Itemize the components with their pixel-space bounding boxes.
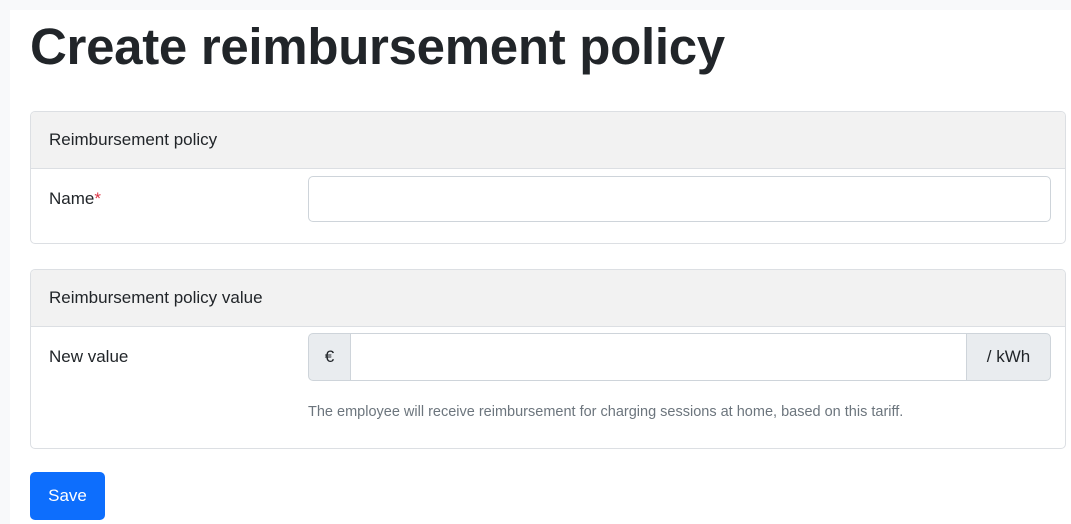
new-value-field-label: New value: [49, 347, 129, 366]
unit-suffix: / kWh: [966, 333, 1051, 381]
new-value-form-row: New value € / kWh: [31, 327, 1065, 402]
card-header-reimbursement-policy-value: Reimbursement policy value: [31, 270, 1065, 327]
reimbursement-policy-card: Reimbursement policy Name*: [30, 111, 1066, 244]
name-field-label: Name*: [49, 187, 101, 211]
name-form-row: Name*: [31, 169, 1065, 243]
reimbursement-policy-value-card: Reimbursement policy value New value € /…: [30, 269, 1066, 449]
new-value-input[interactable]: [351, 333, 966, 381]
name-label-text: Name: [49, 189, 95, 208]
page-title: Create reimbursement policy: [30, 18, 725, 75]
required-mark: *: [94, 189, 101, 208]
tariff-help-text: The employee will receive reimbursement …: [308, 404, 904, 420]
card-header-reimbursement-policy: Reimbursement policy: [31, 112, 1065, 169]
new-value-input-group: € / kWh: [308, 333, 1051, 381]
page-container: Create reimbursement policy Reimbursemen…: [10, 10, 1071, 524]
currency-prefix: €: [308, 333, 351, 381]
name-input[interactable]: [308, 176, 1051, 222]
save-button[interactable]: Save: [30, 472, 105, 520]
